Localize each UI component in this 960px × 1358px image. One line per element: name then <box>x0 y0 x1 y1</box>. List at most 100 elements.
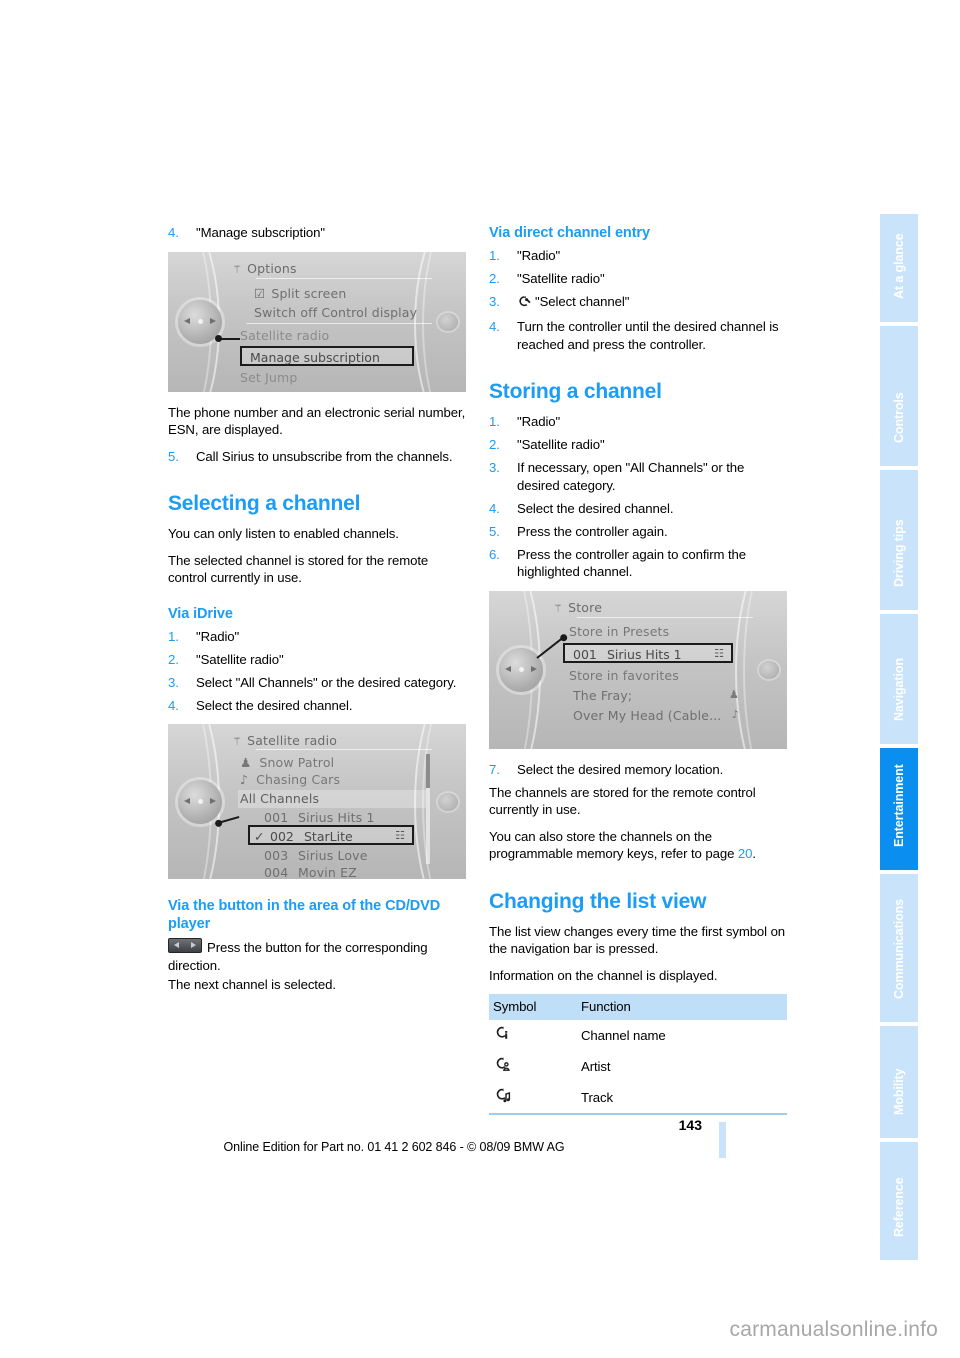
tab-label: Mobility <box>892 1068 906 1115</box>
unsubscribe-step-list: 5. Call Sirius to unsubscribe from the c… <box>168 448 466 466</box>
next-channel-paragraph: The next channel is selected. <box>168 977 336 992</box>
menu-item: Switch off Control display <box>254 305 426 320</box>
page-number: 143 <box>678 1117 702 1133</box>
selected-check-icon: ✓ <box>254 829 265 844</box>
via-direct-channel-entry-heading: Via direct channel entry <box>489 225 650 241</box>
artist-name: Snow Patrol <box>259 755 335 770</box>
symbol-cell <box>489 1051 577 1082</box>
favorite-name: Over My Head (Cable... <box>573 707 722 723</box>
back-button <box>438 792 458 811</box>
cd-dvd-button-heading: Via the button in the area of the CD/DVD… <box>168 898 441 932</box>
step-number: 4. <box>168 697 179 713</box>
tab-label: Controls <box>892 392 906 443</box>
page-reference-link[interactable]: 20 <box>738 846 753 861</box>
channel-row: 001 Sirius Hits 1 <box>264 810 426 825</box>
scrollbar-thumb[interactable] <box>426 754 430 788</box>
tab-label: At a glance <box>892 233 906 299</box>
screen-title-text: Satellite radio <box>247 733 338 748</box>
programmable-text-end: . <box>752 846 756 861</box>
step-number: 1. <box>489 414 500 429</box>
channel-name: Sirius Love <box>298 848 368 863</box>
highlighted-channel: 002 StarLite <box>270 829 353 844</box>
function-cell: Track <box>577 1082 787 1115</box>
step-number: 6. <box>489 546 500 562</box>
memory-location-step-list: 7. Select the desired memory location. <box>489 761 787 779</box>
highlighted-preset-row: 001 Sirius Hits 1 ☷ <box>563 642 733 663</box>
menu-item: ☑ Split screen <box>254 286 426 301</box>
satellite-radio-screenshot: ⚚ Satellite radio ♟ Snow Patrol ♪ Chasing C… <box>168 724 466 879</box>
channel-name: Movin EZ <box>298 865 357 879</box>
step-text: "Satellite radio" <box>196 651 284 667</box>
rocker-button-icon <box>168 938 202 953</box>
step-text: Press the controller again. <box>517 523 668 539</box>
symbol-cell <box>489 1020 577 1051</box>
category-band: All Channels <box>238 790 426 808</box>
satellite-radio-icon: ⚚ <box>553 601 564 615</box>
track-icon: ♪ <box>240 772 249 787</box>
track-icon: ♪ <box>731 707 739 721</box>
favorite-name: The Fray; <box>573 687 633 703</box>
column-header-function: Function <box>577 994 787 1020</box>
store-presets-label: Store in Presets <box>569 624 747 639</box>
manage-subscription-step-list: 4. "Manage subscription" <box>168 224 466 242</box>
table-header-row: Symbol Function <box>489 994 787 1020</box>
paragraph: The selected channel is stored for the r… <box>168 552 429 586</box>
preset-icon: ☷ <box>714 646 724 660</box>
step-number: 7. <box>489 761 500 777</box>
satellite-radio-screen: ⚚ Satellite radio ♟ Snow Patrol ♪ Chasing C… <box>226 724 432 879</box>
sidebar-item-entertainment[interactable]: Entertainment <box>880 748 918 870</box>
list-item: 6. Press the controller again to confirm… <box>489 546 787 581</box>
knob-left-arrow-icon <box>505 666 511 672</box>
step-text: "Satellite radio" <box>517 437 605 452</box>
screen-title: ⚚ Options <box>232 261 297 276</box>
step-number: 2. <box>489 437 500 452</box>
step-text: Press the controller again to confirm th… <box>517 546 746 580</box>
sidebar-item-at-a-glance[interactable]: At a glance <box>880 214 918 322</box>
cd-dvd-paragraph: Press the button for the corresponding d… <box>168 938 466 974</box>
step-number: 5. <box>168 448 179 464</box>
step-text: Call Sirius to unsubscribe from the chan… <box>196 448 453 464</box>
sidebar-item-communications[interactable]: Communications <box>880 874 918 1022</box>
tab-label: Entertainment <box>892 764 906 847</box>
sidebar-item-reference[interactable]: Reference <box>880 1142 918 1260</box>
step-text: Select the desired channel. <box>196 697 353 713</box>
list-item: 7. Select the desired memory location. <box>489 761 787 779</box>
channel-number: 001 <box>264 810 289 825</box>
symbol-function-table: Symbol Function Channel name Artist Trac… <box>489 994 787 1115</box>
list-item: 4. Turn the controller until the desired… <box>489 318 787 353</box>
paragraph: You can only listen to enabled channels. <box>168 526 399 541</box>
sidebar-item-controls[interactable]: Controls <box>880 326 918 466</box>
step-text: Select the desired channel. <box>517 500 674 516</box>
watermark: carmanualsonline.info <box>729 1318 938 1341</box>
list-item: 2. "Satellite radio" <box>489 270 787 288</box>
table-row: Track <box>489 1082 787 1115</box>
list-item: 5. Press the controller again. <box>489 523 787 541</box>
highlighted-channel-row: ✓ 002 StarLite ☷ <box>248 825 414 845</box>
satellite-radio-icon: ⚚ <box>232 262 243 276</box>
preset-number: 001 <box>573 646 597 662</box>
favorite-row: Over My Head (Cable... ♪ <box>573 708 747 723</box>
paragraph: The channels are stored for the remote c… <box>489 784 756 818</box>
direct-entry-step-list: 1. "Radio" 2. "Satellite radio" 3. "Sele… <box>489 247 787 353</box>
knob-left-arrow-icon <box>184 798 190 804</box>
track-row: ♪ Chasing Cars <box>240 772 426 787</box>
divider <box>246 322 432 324</box>
channel-number: 003 <box>264 848 289 863</box>
table-row: Artist <box>489 1051 787 1082</box>
back-button <box>438 312 458 331</box>
sidebar-item-mobility[interactable]: Mobility <box>880 1026 918 1138</box>
list-item: 2. "Satellite radio" <box>489 436 787 454</box>
step-text: "Radio" <box>517 414 561 429</box>
checkbox-checked-icon: ☑ <box>254 285 266 301</box>
sidebar-item-driving-tips[interactable]: Driving tips <box>880 470 918 610</box>
list-item: 4. "Manage subscription" <box>168 224 466 242</box>
divider <box>256 749 432 750</box>
highlighted-preset: 001 Sirius Hits 1 <box>573 647 682 662</box>
tab-label: Driving tips <box>892 519 906 587</box>
tab-label: Navigation <box>892 658 906 721</box>
storing-step-list: 1. "Radio" 2. "Satellite radio" 3. If ne… <box>489 413 787 581</box>
sidebar-item-navigation[interactable]: Navigation <box>880 614 918 744</box>
leader-dot <box>214 818 223 828</box>
step-number: 3. <box>489 294 500 309</box>
step-number: 4. <box>489 500 500 516</box>
